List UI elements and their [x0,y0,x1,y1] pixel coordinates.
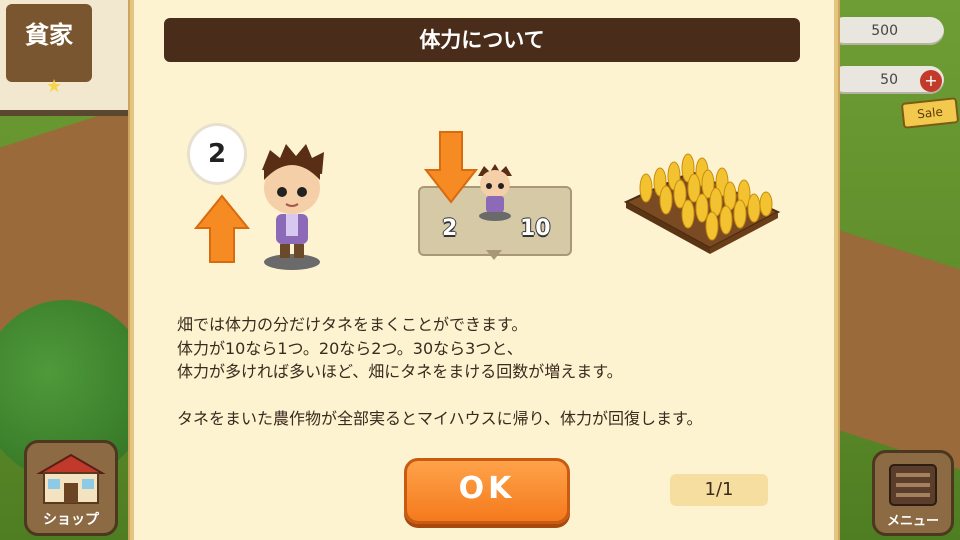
message-line: タネをまいた農作物が全部実るとマイハウスに帰り、体力が回復します。 [177,408,703,428]
stamina-bubble: 2 [190,126,244,182]
arrow-down-icon [424,131,478,204]
hint-tail [486,250,502,260]
page-indicator: 1/1 [670,474,768,506]
arrow-up-icon [194,194,250,263]
stamina-help-dialog: 体力について 2 2 10 畑では体力の分だけタネをまくことができます。 体力が… [130,0,838,540]
star-icon: ★ [46,76,63,97]
ok-button[interactable]: OK [404,458,570,524]
message-line: 体力が10なら1つ。20なら2つ。30なら3つと、 [177,338,523,358]
shop-button[interactable]: ショップ [24,440,118,536]
menu-icon [889,464,937,506]
message-line: 畑では体力の分だけタネをまくことができます。 [177,315,528,334]
wheat-field-icon [623,153,781,254]
message-line: 体力が多ければ多いほど、畑にタネをまける回数が増えます。 [177,362,623,381]
menu-label: メニュー [886,514,939,529]
dialog-title: 体力について [164,18,800,62]
status-badge: 貧家 ★ [6,4,92,97]
stamina-max-value: 10 [520,216,551,241]
avatar-icon [262,144,324,270]
status-badge-label: 貧家 [25,21,73,49]
stamina-min-value: 2 [442,216,458,241]
money-counter: 500 [830,17,944,45]
plus-icon[interactable]: + [920,70,942,92]
menu-button[interactable]: メニュー [872,450,954,536]
shop-icon [36,453,106,504]
shop-label: ショップ [43,512,99,528]
help-message: 畑では体力の分だけタネをまくことができます。 体力が10なら1つ。20なら2つ。… [177,313,797,430]
